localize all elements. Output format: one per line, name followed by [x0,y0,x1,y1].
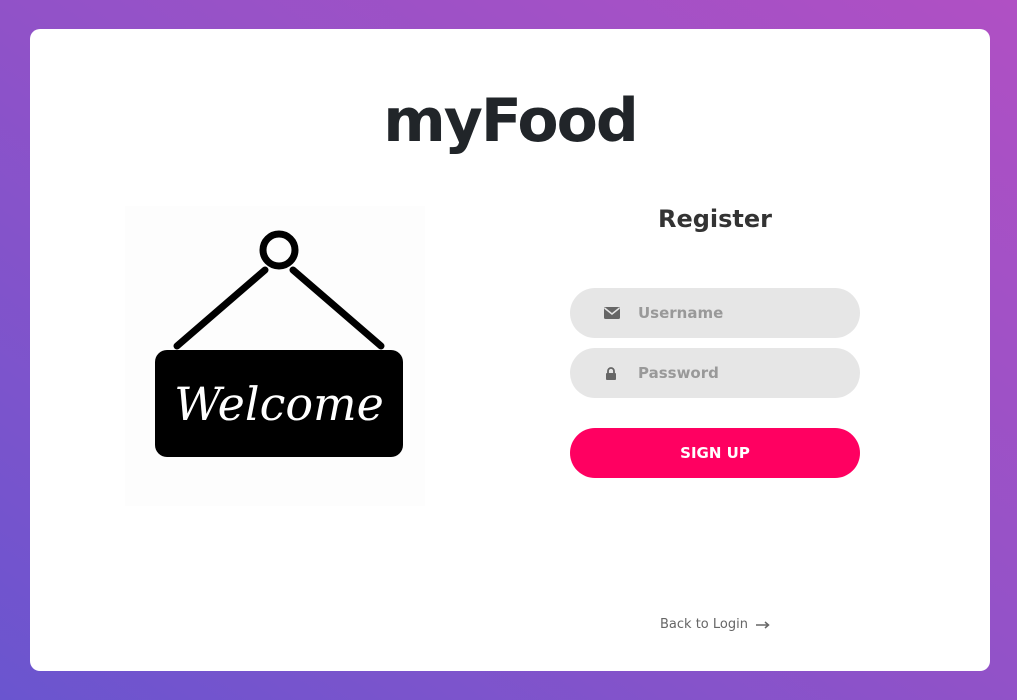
password-input[interactable] [570,348,860,398]
form-title: Register [657,205,773,233]
sign-up-button[interactable]: Sign Up [570,428,860,478]
brand-title: myFood [383,86,639,156]
password-field [570,348,860,398]
back-to-login-link[interactable]: Back to Login [570,617,860,632]
sign-text: Welcome [174,377,384,431]
welcome-sign-illustration: Welcome [125,206,425,506]
register-form: Register Sign Up [570,204,860,478]
username-field [570,288,860,338]
welcome-sign-icon: Welcome [155,230,403,457]
register-card: myFood Welcome Register Username SIGN UP… [30,29,990,671]
arrow-right-icon [755,620,770,629]
back-to-login-label: Back to Login [660,617,748,632]
username-input[interactable] [570,288,860,338]
